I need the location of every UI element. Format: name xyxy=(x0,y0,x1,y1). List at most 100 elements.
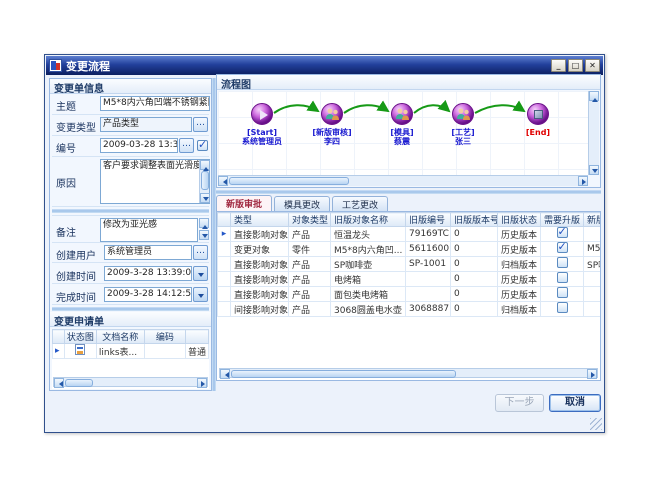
number-browse-button[interactable]: … xyxy=(179,138,194,153)
finish-time-label: 完成时间 xyxy=(56,289,96,304)
grid-row[interactable]: 变更对象 零件 M5*8内六角凹... 5611600 0 历史版本 M5*8 xyxy=(218,242,602,257)
request-row[interactable]: ▸ links表... 普通 xyxy=(53,344,209,359)
grid-row[interactable]: 间接影响对象 产品 3068圆盖电水壶 3068887 0 归档版本 xyxy=(218,302,602,317)
grid-row[interactable]: 直接影响对象 产品 SP咖啡壶 SP-1001 0 归档版本 SP咖 xyxy=(218,257,602,272)
subject-input[interactable]: M5*8内六角凹端不锈钢紧固螺钉 xyxy=(100,96,210,111)
change-type-label: 变更类型 xyxy=(56,119,96,134)
grid-hscrollbar[interactable] xyxy=(219,368,598,378)
flow-node-mold[interactable] xyxy=(391,103,413,125)
scroll-left-icon[interactable] xyxy=(220,369,230,379)
request-extra: 普通 xyxy=(185,344,208,359)
request-col-docname[interactable]: 文档名称 xyxy=(96,330,144,344)
flow-node-end[interactable] xyxy=(527,103,549,125)
scroll-right-icon[interactable] xyxy=(197,378,207,388)
upgrade-checkbox[interactable] xyxy=(557,287,568,298)
scroll-left-icon[interactable] xyxy=(218,176,228,186)
scroll-up-icon[interactable] xyxy=(200,160,210,170)
flow-node-review[interactable] xyxy=(321,103,343,125)
scroll-thumb[interactable] xyxy=(201,171,209,190)
horizontal-splitter[interactable] xyxy=(216,190,601,194)
scroll-down-icon[interactable] xyxy=(589,165,599,175)
upgrade-checkbox[interactable] xyxy=(557,272,568,283)
finish-time-dropdown[interactable] xyxy=(193,287,208,302)
creator-browse-button[interactable]: … xyxy=(193,245,208,260)
tab-mold-change[interactable]: 模具更改 xyxy=(274,196,330,211)
minimize-button[interactable]: _ xyxy=(551,59,566,72)
window-title: 变更流程 xyxy=(66,58,551,74)
scroll-right-icon[interactable] xyxy=(587,369,597,379)
left-splitter[interactable] xyxy=(52,209,209,213)
scroll-left-icon[interactable] xyxy=(54,378,64,388)
left-splitter-2[interactable] xyxy=(52,307,209,311)
creator-input[interactable]: 系统管理员 xyxy=(104,245,192,260)
grid-col-type[interactable]: 类型 xyxy=(231,213,289,227)
upgrade-checkbox[interactable] xyxy=(557,227,568,238)
cell-oldname: 恒温龙头 xyxy=(331,227,406,242)
flow-caption: 流程图 xyxy=(217,75,600,90)
change-type-browse-button[interactable]: … xyxy=(193,117,208,132)
upgrade-checkbox[interactable] xyxy=(557,302,568,313)
grid-col-oldcode[interactable]: 旧版编号 xyxy=(406,213,451,227)
upgrade-checkbox[interactable] xyxy=(557,257,568,268)
number-checkbox[interactable] xyxy=(197,140,208,151)
remark-row: 备注 修改为亚光感 xyxy=(52,215,209,243)
grid-row[interactable]: 直接影响对象 产品 电烤箱 0 历史版本 xyxy=(218,272,602,287)
titlebar[interactable]: 变更流程 _ □ ✕ xyxy=(46,56,603,75)
create-time-dropdown[interactable] xyxy=(193,266,208,281)
objects-grid-panel: 类型 对象类型 旧版对象名称 旧版编号 旧版版本号 旧版状态 需要升版 新版 ▸… xyxy=(216,211,601,381)
reason-label: 原因 xyxy=(56,175,76,190)
scroll-thumb[interactable] xyxy=(65,379,93,387)
scroll-right-icon[interactable] xyxy=(578,176,588,186)
scroll-up-icon[interactable] xyxy=(589,91,599,101)
flow-vscrollbar[interactable] xyxy=(588,91,599,175)
grid-col-oldname[interactable]: 旧版对象名称 xyxy=(331,213,406,227)
grid-row[interactable]: 直接影响对象 产品 面包类电烤箱 0 历史版本 xyxy=(218,287,602,302)
close-button[interactable]: ✕ xyxy=(585,59,600,72)
request-col-extra[interactable] xyxy=(185,330,208,344)
resize-grip[interactable] xyxy=(590,418,602,430)
cancel-button[interactable]: 取消 xyxy=(549,394,601,412)
grid-col-objtype[interactable]: 对象类型 xyxy=(289,213,331,227)
flow-diagram-panel: 流程图 [Start]系统管理员 [新版审核]李四 xyxy=(216,74,601,188)
cell-newver xyxy=(584,272,602,287)
tab-new-version-approval[interactable]: 新版审批 xyxy=(216,195,272,211)
request-doc-name: links表... xyxy=(96,344,144,359)
request-col-selector[interactable] xyxy=(53,330,65,344)
row-selector-icon: ▸ xyxy=(55,346,60,356)
change-type-input[interactable]: 产品类型 xyxy=(100,117,192,132)
cell-objtype: 产品 xyxy=(289,227,331,242)
objects-grid: 类型 对象类型 旧版对象名称 旧版编号 旧版版本号 旧版状态 需要升版 新版 ▸… xyxy=(217,212,601,317)
grid-col-selector[interactable] xyxy=(218,213,231,227)
tab-craft-change[interactable]: 工艺更改 xyxy=(332,196,388,211)
maximize-button[interactable]: □ xyxy=(568,59,583,72)
flow-node-craft[interactable] xyxy=(452,103,474,125)
create-time-input[interactable]: 2009-3-28 13:39:01 xyxy=(104,266,192,281)
scroll-thumb[interactable] xyxy=(229,177,349,185)
grid-row[interactable]: ▸ 直接影响对象 产品 恒温龙头 79169TC 0 历史版本 xyxy=(218,227,602,242)
flow-node-start[interactable] xyxy=(251,103,273,125)
request-col-code[interactable]: 编码 xyxy=(144,330,185,344)
grid-col-upgrade[interactable]: 需要升版 xyxy=(541,213,584,227)
grid-col-newver[interactable]: 新版 xyxy=(584,213,602,227)
scroll-thumb[interactable] xyxy=(231,370,456,378)
number-input[interactable]: 2009-03-28 13:39:01 xyxy=(100,138,178,153)
cell-oldname: M5*8内六角凹... xyxy=(331,242,406,257)
request-col-status[interactable]: 状态图 xyxy=(64,330,96,344)
flow-canvas[interactable]: [Start]系统管理员 [新版审核]李四 [模具]蔡震 [工艺]张三 [End… xyxy=(218,91,588,175)
remark-scroll-down-icon[interactable] xyxy=(199,230,209,240)
finish-time-input[interactable]: 2009-3-28 14:12:50 xyxy=(104,287,192,302)
cell-newver xyxy=(584,302,602,317)
cell-newver: M5*8 xyxy=(584,242,602,257)
upgrade-checkbox[interactable] xyxy=(557,242,568,253)
scroll-down-icon[interactable] xyxy=(200,193,210,203)
remark-scroll-up-icon[interactable] xyxy=(199,218,209,228)
flow-hscrollbar[interactable] xyxy=(218,175,588,186)
grid-col-oldstatus[interactable]: 旧版状态 xyxy=(498,213,541,227)
remark-textarea[interactable]: 修改为亚光感 xyxy=(100,218,198,242)
reason-scrollbar[interactable] xyxy=(199,160,209,203)
grid-col-oldver[interactable]: 旧版版本号 xyxy=(451,213,498,227)
cell-objtype: 产品 xyxy=(289,302,331,317)
request-hscrollbar[interactable] xyxy=(53,377,208,387)
reason-textarea[interactable]: 客户要求调整表面光滑度 xyxy=(100,159,210,204)
next-button[interactable]: 下一步 xyxy=(495,394,544,412)
